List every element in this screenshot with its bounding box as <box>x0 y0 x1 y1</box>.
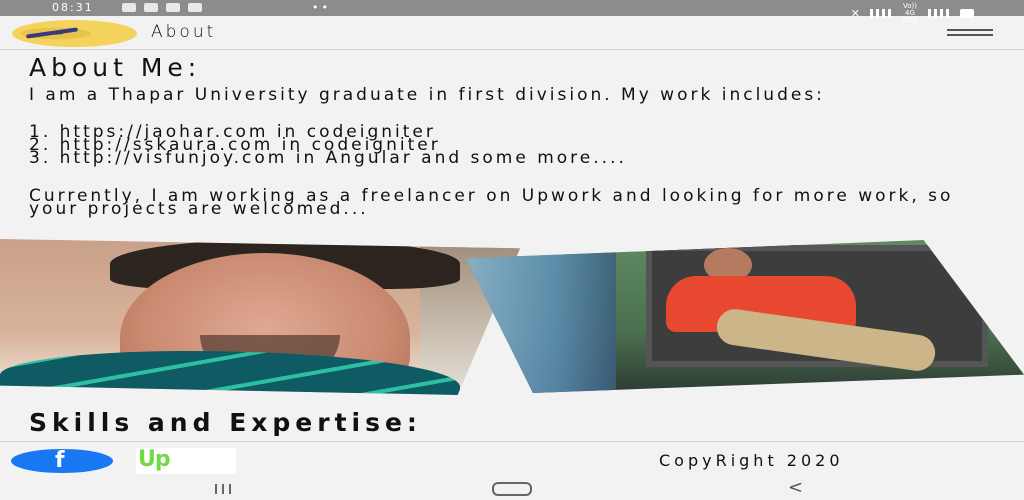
notification-icons <box>122 3 202 12</box>
skills-heading: Skills and Expertise: <box>29 408 422 437</box>
navigation-bar: < <box>0 477 1024 500</box>
work-item[interactable]: 3. http://visfunjoy.com in Angular and s… <box>29 150 627 167</box>
peacock-feather-logo <box>12 20 137 47</box>
upwork-letters: Up <box>138 447 171 472</box>
more-notifications: •• <box>312 1 331 14</box>
gallery-icon <box>122 3 136 12</box>
home-icon[interactable] <box>492 482 532 496</box>
page-title: About <box>151 22 217 42</box>
feather-shape <box>25 27 79 39</box>
footer: f Up CopyRight 2020 <box>0 441 1024 478</box>
cloud-icon <box>166 3 180 12</box>
intro-text: I am a Thapar University graduate in fir… <box>29 85 825 105</box>
upwork-icon[interactable]: Up <box>136 448 236 474</box>
about-content: About Me: I am a Thapar University gradu… <box>29 53 989 218</box>
profile-selfie-photo <box>0 239 520 395</box>
about-heading: About Me: <box>29 53 202 82</box>
app-header: About <box>0 16 1024 50</box>
back-icon[interactable]: < <box>788 477 803 498</box>
works-list: 1. https://jaohar.com in codeigniter 2. … <box>29 124 627 167</box>
hamburger-menu-icon[interactable] <box>947 29 993 41</box>
facebook-letter: f <box>55 448 65 473</box>
profile-seated-photo <box>466 240 1024 393</box>
clock: 08:31 <box>52 1 94 14</box>
media-icon <box>188 3 202 12</box>
image-icon <box>144 3 158 12</box>
copyright-text: CopyRight 2020 <box>659 451 844 470</box>
status-bar: 08:31 •• ✕ Vo)) 4G LTE2 <box>0 0 1024 24</box>
recent-apps-icon[interactable] <box>205 484 241 494</box>
current-status-text: Currently, I am working as a freelancer … <box>29 186 954 219</box>
facebook-icon[interactable]: f <box>11 448 113 473</box>
